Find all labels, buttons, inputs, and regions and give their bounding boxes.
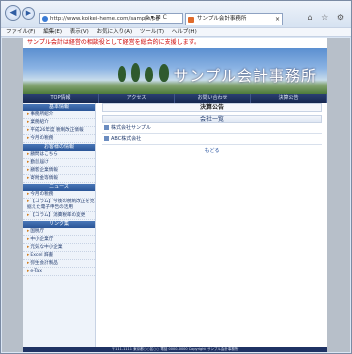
notice-label: ABC株式会社: [111, 136, 142, 142]
section-title: 会社一覧: [102, 115, 322, 123]
global-nav: TOP情報 アクセス お問い合わせ 決算公告: [23, 94, 327, 103]
menu-help[interactable]: ヘルプ(H): [172, 29, 197, 35]
document-icon: [104, 125, 109, 130]
sidebar-item[interactable]: Excel 辞書: [23, 252, 95, 260]
menu-favorites[interactable]: お気に入り(A): [97, 29, 133, 35]
address-text: http://www.koikei-heme.com/sample/pg: [50, 16, 160, 22]
sidebar-item[interactable]: 中小企業庁: [23, 236, 95, 244]
sidebar: 基本情報 事務所紹介 業務紹介 平成26年度 税制改正情報 今月の税務 お客様の…: [23, 103, 96, 347]
site-footer: 〒111-1111 東京都○○区○○ 電話 0000-0000 Copyrigh…: [23, 347, 327, 352]
menu-bar: ファイル(F) 編集(E) 表示(V) お気に入り(A) ツール(T) ヘルプ(…: [1, 27, 351, 37]
menu-file[interactable]: ファイル(F): [6, 29, 35, 35]
tree-icon: [145, 67, 153, 82]
sidebar-item[interactable]: 勤怠届け: [23, 159, 95, 167]
main-content: 決算公告 会社一覧 株式会社サンプル ABC株式会社 もどる: [102, 103, 322, 154]
sidebar-item[interactable]: e-Tax: [23, 268, 95, 276]
sidebar-heading: 基本情報: [23, 104, 95, 111]
gnav-notice[interactable]: 決算公告: [251, 94, 327, 103]
sidebar-item[interactable]: 業務紹介: [23, 119, 95, 127]
sidebar-item[interactable]: 平成26年度 税制改正情報: [23, 127, 95, 135]
sidebar-item[interactable]: 寄附金等情報: [23, 175, 95, 183]
gnav-top[interactable]: TOP情報: [23, 94, 99, 103]
sidebar-item[interactable]: 今月の税務: [23, 191, 95, 199]
menu-edit[interactable]: 編集(E): [43, 29, 62, 35]
sidebar-item[interactable]: 元気な中小企業: [23, 244, 95, 252]
site-favicon-icon: [188, 17, 194, 23]
sidebar-heading: お客様の情報: [23, 144, 95, 151]
tree-icon: [159, 64, 169, 82]
sidebar-item[interactable]: 【コラム】消費税率の変更: [23, 212, 95, 220]
page-viewport: サンプル会計は経営の相談役として経営を総合的に支援します。 サンプル会計事務所 …: [2, 38, 350, 352]
address-tools[interactable]: ρ ▾ ⊠ C: [145, 14, 167, 21]
tab-title: サンプル会計事務所: [197, 16, 247, 22]
content-columns: 基本情報 事務所紹介 業務紹介 平成26年度 税制改正情報 今月の税務 お客様の…: [23, 103, 327, 347]
page-title: 決算公告: [102, 103, 322, 112]
back-link[interactable]: もどる: [102, 147, 322, 154]
tree-icon: [131, 63, 140, 82]
list-item[interactable]: 株式会社サンプル: [102, 123, 322, 134]
home-star-gear-icons[interactable]: ⌂ ☆ ⚙: [307, 13, 347, 22]
notice-label: 株式会社サンプル: [111, 125, 151, 131]
menu-tools[interactable]: ツール(T): [140, 29, 164, 35]
ie-logo-icon: [42, 16, 48, 22]
sidebar-item[interactable]: 国税庁: [23, 228, 95, 236]
sidebar-item[interactable]: 顧問はこちら: [23, 151, 95, 159]
sidebar-heading: ニュース: [23, 184, 95, 191]
list-item[interactable]: ABC株式会社: [102, 134, 322, 145]
site-name: サンプル会計事務所: [173, 67, 317, 85]
sidebar-item[interactable]: 弥生会計製品: [23, 260, 95, 268]
sidebar-item[interactable]: 【コラム】今後の税制改正を見据えた電子申告の活用: [23, 199, 95, 212]
document-icon: [104, 136, 109, 141]
menu-view[interactable]: 表示(V): [70, 29, 89, 35]
sidebar-item[interactable]: 今月の税務: [23, 135, 95, 143]
tab-close-icon[interactable]: ×: [275, 14, 280, 25]
gnav-contact[interactable]: お問い合わせ: [175, 94, 251, 103]
forward-button[interactable]: ▶: [22, 7, 35, 20]
tab-current[interactable]: サンプル会計事務所 ×: [185, 13, 283, 25]
site-tagline: サンプル会計は経営の相談役として経営を総合的に支援します。: [23, 38, 327, 48]
browser-toolbar: ◀ ▶ http://www.koikei-heme.com/sample/pg…: [1, 1, 351, 27]
back-button[interactable]: ◀: [5, 5, 21, 21]
tree-icon: [118, 66, 126, 82]
browser-window: ◀ ▶ http://www.koikei-heme.com/sample/pg…: [0, 0, 352, 354]
sidebar-item[interactable]: 顧客企業情報: [23, 167, 95, 175]
site-container: サンプル会計は経営の相談役として経営を総合的に支援します。 サンプル会計事務所 …: [23, 38, 327, 352]
sidebar-heading: リンク集: [23, 221, 95, 228]
gnav-access[interactable]: アクセス: [99, 94, 175, 103]
site-banner: サンプル会計事務所: [23, 48, 327, 94]
sidebar-item[interactable]: 事務所紹介: [23, 111, 95, 119]
